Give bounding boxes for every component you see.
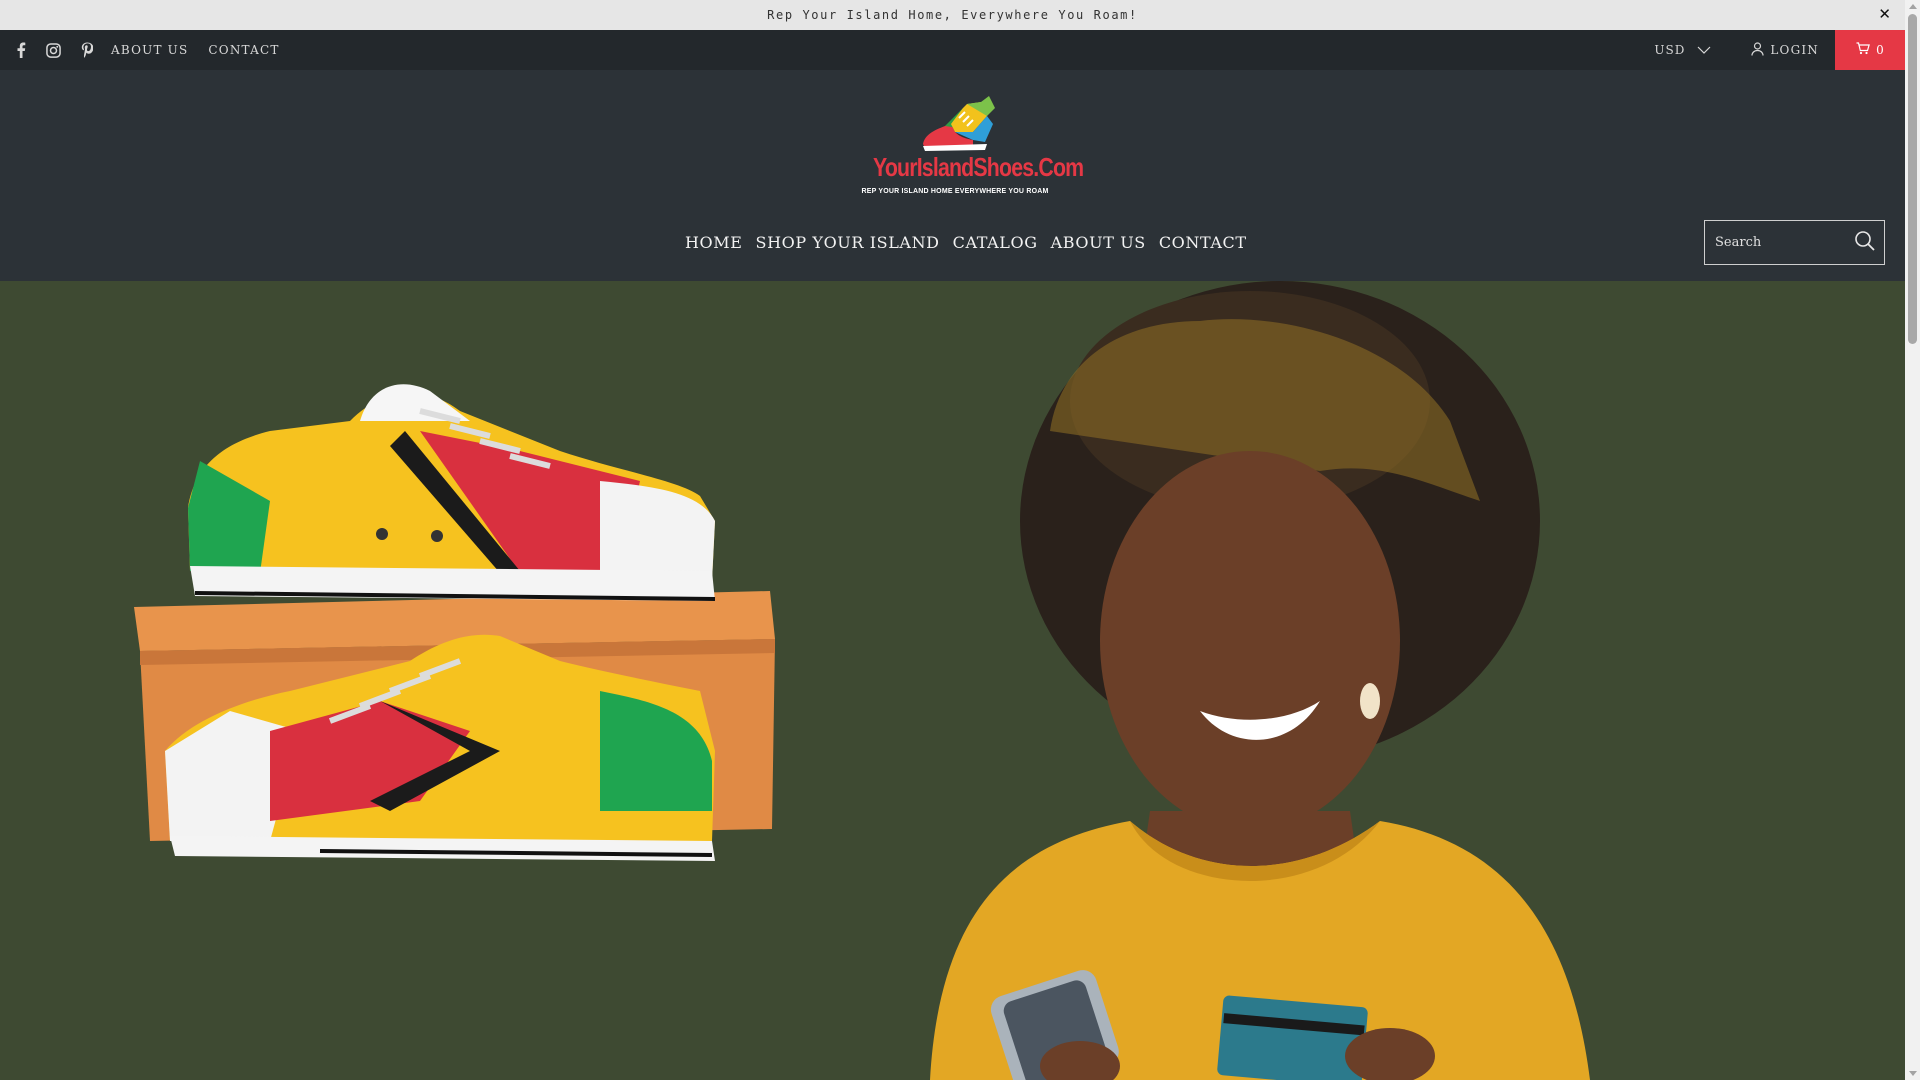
login-link[interactable]: LOGIN: [1751, 41, 1819, 59]
top-shoe-image: [188, 384, 716, 601]
main-nav: HOME SHOP YOUR ISLAND CATALOG ABOUT US C…: [685, 233, 1247, 252]
chevron-down-icon: [1697, 43, 1711, 57]
site-logo[interactable]: YourIslandShoes.Com REP YOUR ISLAND HOME…: [855, 94, 1084, 204]
user-icon: [1751, 41, 1764, 59]
top-right-controls: USD LOGIN 0: [1654, 30, 1905, 70]
search-icon[interactable]: [1854, 230, 1876, 256]
page: Rep Your Island Home, Everywhere You Roa…: [0, 0, 1920, 1080]
cart-count: 0: [1876, 43, 1884, 57]
search-input[interactable]: [1705, 221, 1845, 264]
announcement-bar: Rep Your Island Home, Everywhere You Roa…: [0, 0, 1905, 30]
facebook-icon[interactable]: [16, 42, 26, 58]
top-links: ABOUT US CONTACT: [111, 43, 280, 57]
nav-item-home[interactable]: HOME: [685, 233, 743, 252]
logo-tagline: REP YOUR ISLAND HOME EVERYWHERE YOU ROAM: [861, 188, 1049, 195]
top-link-about-us[interactable]: ABOUT US: [111, 43, 188, 57]
scroll-thumb[interactable]: [1908, 14, 1917, 344]
cart-icon: [1856, 42, 1871, 58]
nav-item-catalog[interactable]: CATALOG: [953, 233, 1038, 252]
nav-item-contact[interactable]: CONTACT: [1159, 233, 1247, 252]
currency-selector[interactable]: USD: [1654, 43, 1711, 57]
search-box: [1704, 220, 1885, 265]
woman-image: [930, 281, 1590, 1080]
scroll-up-arrow-icon[interactable]: [1909, 4, 1917, 9]
nav-item-about-us[interactable]: ABOUT US: [1051, 233, 1146, 252]
shoe-logo-icon: [923, 96, 995, 151]
announcement-text: Rep Your Island Home, Everywhere You Roa…: [767, 8, 1138, 22]
site-header: YourIslandShoes.Com REP YOUR ISLAND HOME…: [0, 70, 1905, 281]
social-links: [16, 42, 93, 58]
login-label: LOGIN: [1770, 43, 1819, 57]
instagram-icon[interactable]: [46, 42, 61, 58]
page-scrollbar[interactable]: [1905, 0, 1920, 1080]
hero-banner[interactable]: [0, 281, 1905, 1080]
top-link-contact[interactable]: CONTACT: [208, 43, 279, 57]
currency-value: USD: [1654, 43, 1686, 57]
nav-item-shop-your-island[interactable]: SHOP YOUR ISLAND: [756, 233, 940, 252]
scroll-down-arrow-icon[interactable]: [1909, 1071, 1917, 1076]
pinterest-icon[interactable]: [81, 42, 93, 58]
cart-button[interactable]: 0: [1835, 30, 1905, 70]
top-bar: ABOUT US CONTACT USD LOGIN 0: [0, 30, 1905, 70]
hero-illustration: [134, 281, 1590, 1080]
close-icon[interactable]: ✕: [1878, 5, 1891, 23]
logo-text: YourIslandShoes.Com: [873, 152, 1084, 182]
